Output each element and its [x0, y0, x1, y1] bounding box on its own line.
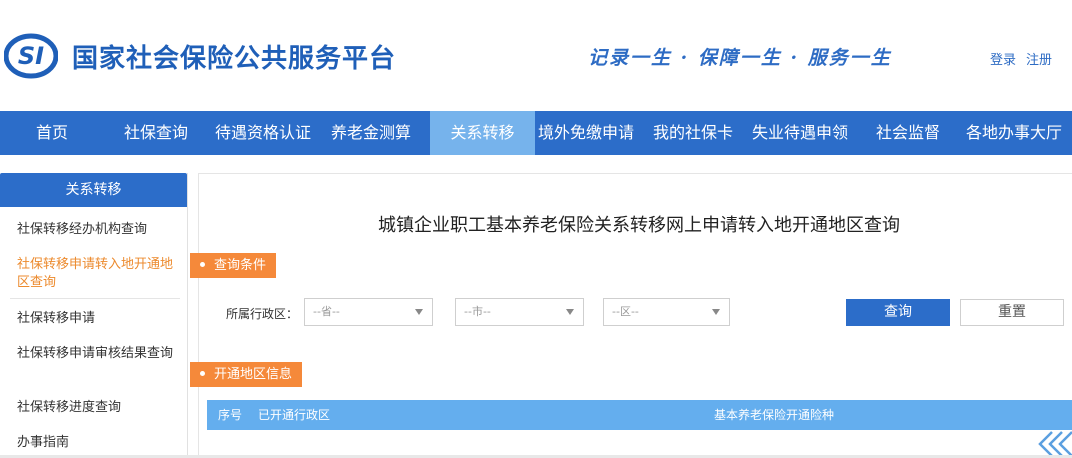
chevron-down-icon — [712, 309, 720, 315]
district-select[interactable]: --区-- — [603, 298, 730, 326]
column-header-region: 已开通行政区 — [258, 408, 331, 422]
nav-item-home[interactable]: 首页 — [36, 111, 68, 155]
login-link[interactable]: 登录 — [990, 53, 1016, 68]
nav-item-local-service-halls[interactable]: 各地办事大厅 — [966, 111, 1062, 155]
city-select-value: --市-- — [464, 305, 491, 318]
nav-item-social-security-query[interactable]: 社保查询 — [124, 111, 188, 155]
bullet-icon — [200, 262, 205, 267]
auth-links: 登录 注册 — [990, 49, 1052, 68]
sidebar-item-service-guide[interactable]: 办事指南 — [17, 434, 177, 452]
scroll-top-icon[interactable] — [1036, 426, 1072, 458]
table-header: 序号 已开通行政区 基本养老保险开通险种 — [207, 400, 1072, 430]
sidebar-item-open-region-query[interactable]: 社保转移申请转入地开通地区查询 — [17, 256, 175, 292]
nav-item-eligibility-certification[interactable]: 待遇资格认证 — [215, 111, 311, 155]
column-header-index: 序号 — [218, 408, 243, 422]
site-header: SI 国家社会保险公共服务平台 记录一生 · 保障一生 · 服务一生 登录 注册 — [0, 0, 1072, 111]
sidebar-item-review-result-query[interactable]: 社保转移申请审核结果查询 — [17, 345, 177, 363]
chevron-down-icon — [566, 309, 574, 315]
site-title[interactable]: 国家社会保险公共服务平台 — [72, 38, 396, 75]
slogan: 记录一生 · 保障一生 · 服务一生 — [588, 47, 892, 69]
nav-item-social-supervision[interactable]: 社会监督 — [876, 111, 940, 155]
province-select-value: --省-- — [313, 305, 340, 318]
chevron-down-icon — [415, 309, 423, 315]
nav-item-pension-calculator[interactable]: 养老金测算 — [331, 111, 411, 155]
query-section-tag: 查询条件 — [190, 253, 277, 278]
info-section-tag: 开通地区信息 — [190, 362, 303, 387]
nav-item-relation-transfer[interactable]: 关系转移 — [430, 111, 535, 155]
reset-button[interactable]: 重置 — [960, 299, 1064, 326]
nav-item-overseas-exemption[interactable]: 境外免缴申请 — [538, 111, 634, 155]
register-link[interactable]: 注册 — [1026, 53, 1052, 68]
query-button[interactable]: 查询 — [846, 299, 950, 326]
nav-item-unemployment-claim[interactable]: 失业待遇申领 — [752, 111, 848, 155]
sidebar-item-progress-query[interactable]: 社保转移进度查询 — [17, 399, 177, 417]
province-select[interactable]: --省-- — [304, 298, 433, 326]
main-nav: 首页 社保查询 待遇资格认证 养老金测算 关系转移 境外免缴申请 我的社保卡 失… — [0, 111, 1072, 155]
query-section-label: 查询条件 — [214, 258, 267, 273]
page-title: 城镇企业职工基本养老保险关系转移网上申请转入地开通地区查询 — [378, 215, 900, 236]
nav-item-my-social-card[interactable]: 我的社保卡 — [653, 111, 733, 155]
si-logo-icon[interactable]: SI — [4, 32, 58, 80]
logo-text: SI — [18, 42, 44, 70]
bullet-icon — [200, 371, 205, 376]
sidebar-item-transfer-application[interactable]: 社保转移申请 — [17, 310, 177, 328]
column-header-insurance-type: 基本养老保险开通险种 — [714, 408, 835, 422]
sidebar-divider — [10, 298, 180, 299]
district-select-value: --区-- — [612, 305, 639, 318]
sidebar-item-transfer-agency-query[interactable]: 社保转移经办机构查询 — [17, 221, 177, 239]
sidebar-title: 关系转移 — [0, 173, 187, 207]
info-section-label: 开通地区信息 — [214, 367, 293, 382]
city-select[interactable]: --市-- — [455, 298, 584, 326]
region-label: 所属行政区： — [226, 307, 299, 321]
